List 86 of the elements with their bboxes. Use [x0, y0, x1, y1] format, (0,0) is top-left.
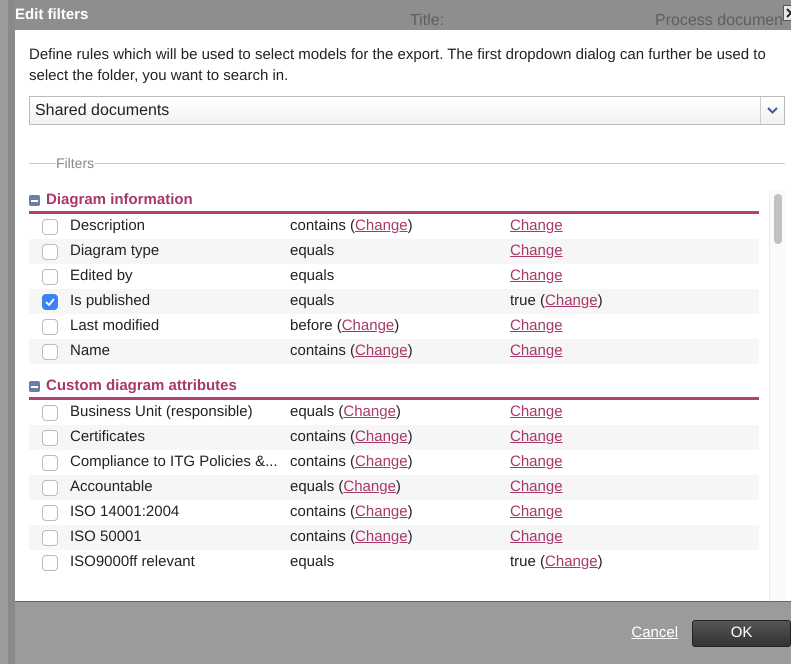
operator-text: ) [394, 316, 400, 336]
change-link[interactable]: Change [343, 401, 396, 424]
chevron-down-icon [767, 107, 778, 114]
checkbox[interactable] [42, 344, 58, 360]
checkbox[interactable] [42, 454, 58, 470]
change-link[interactable]: Change [510, 215, 563, 238]
value-text: ) [598, 291, 603, 312]
change-link[interactable]: Change [355, 526, 408, 549]
attribute-name: Accountable [70, 477, 154, 498]
attribute-name: Name [70, 341, 112, 362]
checkbox[interactable] [42, 244, 58, 260]
change-link[interactable]: Change [545, 290, 598, 313]
operator-text: ) [408, 427, 413, 448]
operator-text: equals [290, 291, 334, 312]
attribute-name: Compliance to ITG Policies &... [70, 452, 279, 472]
attribute-name: Diagram type [70, 241, 160, 262]
change-link[interactable]: Change [510, 315, 563, 338]
operator-text: contains ( [290, 452, 356, 472]
change-link[interactable]: Change [510, 240, 563, 263]
value-text: ) [598, 552, 603, 572]
change-link[interactable]: Change [355, 215, 408, 238]
change-link[interactable]: Change [510, 401, 563, 424]
change-link[interactable]: Change [510, 265, 563, 288]
operator-text: ) [408, 452, 413, 472]
change-link[interactable]: Change [545, 551, 598, 574]
attribute-name: Business Unit (responsible) [70, 402, 254, 422]
operator-text: ) [408, 502, 413, 522]
checkbox[interactable] [42, 218, 58, 234]
change-link[interactable]: Change [510, 501, 563, 524]
ok-button[interactable]: OK [692, 620, 791, 646]
value-text: true ( [510, 291, 546, 312]
check-icon [44, 298, 54, 306]
checkbox[interactable] [42, 504, 58, 520]
operator-text: equals ( [290, 402, 344, 422]
change-link[interactable]: Change [510, 526, 563, 549]
section-title: Custom diagram attributes [46, 376, 237, 396]
operator-text: contains ( [290, 341, 356, 362]
operator-text: equals [290, 266, 334, 286]
checkbox[interactable] [42, 318, 58, 334]
change-link[interactable]: Change [510, 476, 563, 499]
checkbox[interactable] [42, 294, 58, 310]
checkbox[interactable] [42, 430, 58, 446]
change-link[interactable]: Change [510, 340, 563, 363]
attribute-name: Last modified [70, 316, 160, 336]
attribute-name: Description [70, 216, 146, 236]
attribute-name: ISO9000ff relevant [70, 552, 196, 572]
scrollbar-thumb[interactable] [774, 194, 782, 244]
operator-text: equals [290, 241, 334, 262]
folder-dropdown[interactable]: Shared documents [29, 96, 786, 125]
checkbox[interactable] [42, 530, 58, 546]
change-link[interactable]: Change [342, 315, 394, 338]
operator-text: contains ( [290, 216, 356, 236]
checkbox[interactable] [42, 268, 58, 284]
operator-text: equals ( [290, 477, 344, 498]
operator-text: ) [396, 477, 401, 498]
collapse-toggle[interactable] [29, 195, 40, 206]
change-link[interactable]: Change [355, 340, 408, 363]
change-link[interactable]: Change [355, 451, 408, 474]
operator-text: contains ( [290, 502, 356, 522]
operator-text: equals [290, 552, 334, 572]
dialog-title: Edit filters [15, 4, 90, 25]
operator-text: contains ( [290, 527, 356, 548]
checkbox[interactable] [42, 480, 58, 496]
operator-text: ) [408, 216, 413, 236]
attribute-name: ISO 14001:2004 [70, 502, 180, 522]
dialog-description: Define rules which will be used to select models for the export. The first dropdown dialog can further be used to select the folder, you want to search in. [29, 45, 767, 86]
change-link[interactable]: Change [510, 426, 563, 449]
attribute-name: Certificates [70, 427, 146, 448]
operator-text: ) [408, 341, 413, 362]
attribute-name: ISO 50001 [70, 527, 143, 548]
operator-text: before ( [290, 316, 342, 336]
change-link[interactable]: Change [343, 476, 396, 499]
checkbox[interactable] [42, 554, 58, 570]
value-text: true ( [510, 552, 546, 572]
change-link[interactable]: Change [355, 501, 408, 524]
filters-legend: Filters [56, 153, 94, 174]
section-title: Diagram information [46, 190, 193, 210]
collapse-toggle[interactable] [29, 381, 40, 392]
operator-text: ) [408, 527, 413, 548]
change-link[interactable]: Change [355, 426, 408, 449]
attribute-name: Edited by [70, 266, 134, 286]
checkbox[interactable] [42, 404, 58, 420]
attribute-name: Is published [70, 291, 152, 312]
operator-text: ) [396, 402, 401, 422]
change-link[interactable]: Change [510, 451, 563, 474]
operator-text: contains ( [290, 427, 356, 448]
